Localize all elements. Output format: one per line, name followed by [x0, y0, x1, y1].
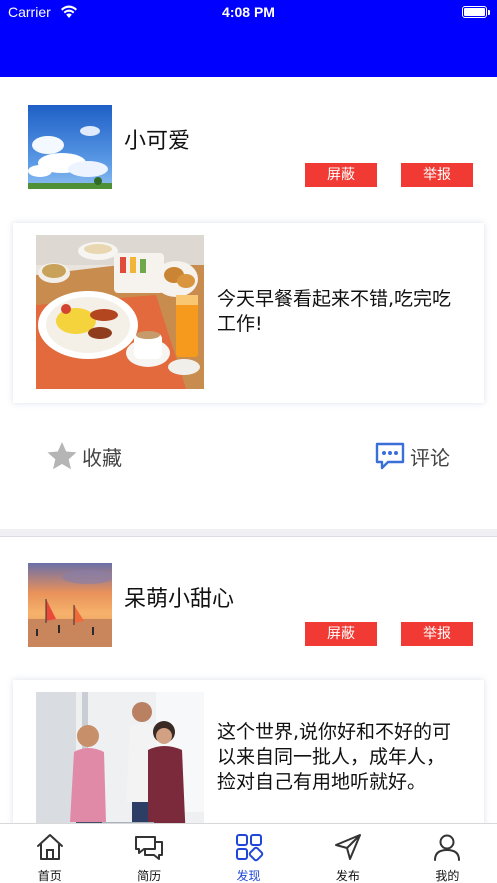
- sunset-beach-photo-icon: [28, 563, 112, 647]
- tab-mine[interactable]: 我的: [398, 824, 497, 883]
- tab-discover[interactable]: 发现: [199, 824, 298, 883]
- chat-bubbles-icon: [135, 836, 164, 860]
- status-bar: Carrier 4:08 PM: [0, 0, 497, 26]
- post-content-card[interactable]: 今天早餐看起来不错,吃完吃工作!: [13, 223, 484, 403]
- comment-label: 评论: [410, 445, 450, 470]
- post-content-card[interactable]: 这个世界,说你好和不好的可以来自同一批人，成年人，捡对自己有用地听就好。: [13, 680, 484, 823]
- avatar[interactable]: [28, 105, 112, 189]
- office-people-photo-icon: [36, 692, 204, 823]
- feed-post: 呆萌小甜心 屏蔽 举报 这个世界,说你好和不好的可以来自同一批人，成年人，捡对自…: [0, 537, 497, 823]
- app-screen: Carrier 4:08 PM 小可爱 屏蔽 举报 今天早餐看起来不错,吃完吃工…: [0, 0, 497, 883]
- report-button[interactable]: 举报: [401, 622, 473, 646]
- user-icon: [434, 834, 461, 861]
- tab-label: 发布: [335, 869, 360, 883]
- tab-label: 发现: [236, 869, 261, 883]
- post-separator: [0, 529, 497, 537]
- comment-icon: [375, 442, 405, 470]
- post-image[interactable]: [36, 692, 204, 823]
- battery-icon: [462, 6, 490, 18]
- post-image[interactable]: [36, 235, 204, 389]
- tab-resume[interactable]: 简历: [99, 824, 198, 883]
- tab-label: 简历: [137, 869, 162, 883]
- feed-post: 小可爱 屏蔽 举报 今天早餐看起来不错,吃完吃工作! 收藏 评论: [0, 77, 497, 529]
- username: 小可爱: [124, 129, 191, 154]
- feed-list[interactable]: 小可爱 屏蔽 举报 今天早餐看起来不错,吃完吃工作! 收藏 评论 呆萌小甜心 屏…: [0, 77, 497, 823]
- report-button[interactable]: 举报: [401, 163, 473, 187]
- block-button[interactable]: 屏蔽: [305, 163, 377, 187]
- post-text: 今天早餐看起来不错,吃完吃工作!: [217, 288, 452, 335]
- favorite-label: 收藏: [82, 445, 122, 470]
- grid-discover-icon: [235, 834, 263, 862]
- tab-bar: 首页 简历 发现 发布 我的: [0, 823, 497, 883]
- star-icon: [47, 442, 77, 470]
- paper-plane-icon: [334, 834, 361, 860]
- tab-label: 我的: [435, 869, 460, 883]
- home-icon: [36, 834, 63, 860]
- favorite-button[interactable]: 收藏: [46, 439, 122, 473]
- header-bar: Carrier 4:08 PM: [0, 0, 497, 77]
- sky-clouds-photo-icon: [28, 105, 112, 189]
- post-text: 这个世界,说你好和不好的可以来自同一批人，成年人，捡对自己有用地听就好。: [217, 721, 452, 793]
- tab-label: 首页: [37, 869, 62, 883]
- breakfast-photo-icon: [36, 235, 204, 389]
- tab-publish[interactable]: 发布: [298, 824, 397, 883]
- tab-home[interactable]: 首页: [0, 824, 99, 883]
- block-button[interactable]: 屏蔽: [305, 622, 377, 646]
- clock: 4:08 PM: [222, 4, 275, 20]
- comment-button[interactable]: 评论: [374, 439, 450, 473]
- avatar[interactable]: [28, 563, 112, 647]
- username: 呆萌小甜心: [124, 587, 235, 612]
